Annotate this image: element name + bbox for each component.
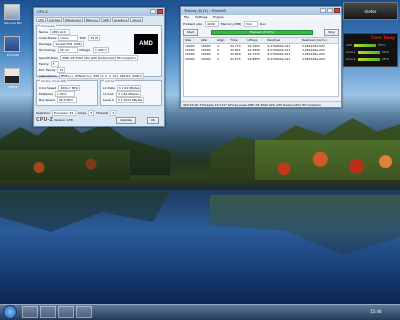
recycle-bin-label: Recycle Bin (4, 21, 22, 25)
tab-cpu[interactable]: CPU (36, 17, 47, 22)
processor-group: Processor Name AMD A10 Code Name Llano TDP… (36, 24, 162, 79)
cpuz-footer: CPU-Z Version 1.58 Validate OK (36, 116, 162, 124)
level2-row: Level 23 x 1024 KBytes (103, 97, 145, 103)
tester-menubar: File Settings Engine (181, 15, 341, 20)
clock[interactable]: 15:46 (370, 306, 382, 318)
minimize-button[interactable] (320, 8, 326, 13)
minimize-button[interactable] (150, 9, 156, 14)
taskbar-explorer-icon[interactable] (40, 306, 56, 318)
cpuz-window[interactable]: CPU-Z CPU Caches Mainboard Memory SPD Gr… (33, 7, 165, 127)
recycle-bin-icon[interactable] (4, 4, 20, 20)
close-button[interactable] (334, 8, 340, 13)
wallpaper-reflection (210, 195, 400, 255)
progress-bar: Elapsed (H:M:S) (211, 30, 313, 35)
ok-button[interactable]: OK (146, 117, 159, 124)
temp-row: Core 2 55°C (346, 57, 390, 61)
cpuz-title: CPU-Z (37, 10, 48, 14)
bus-speed-row: Bus Speed 99.9 MHz (39, 97, 77, 103)
problem-size-label: Problem size (183, 22, 203, 26)
tab-spd[interactable]: SPD (101, 17, 112, 22)
temp-bar (357, 50, 380, 54)
technology-row: Technology 32 nm Voltage 1.400 V (39, 47, 109, 53)
core-temp-gadget[interactable]: Core Temp CPU 53°C Core 1 54°C Core 2 55°C (343, 33, 398, 67)
cache-group-label: Cache (104, 79, 116, 83)
tab-graphics[interactable]: Graphics (112, 17, 130, 22)
memory-input[interactable]: 512 (244, 21, 259, 27)
temp-bar (354, 43, 377, 47)
menu-engine[interactable]: Engine (213, 15, 223, 20)
tab-caches[interactable]: Caches (47, 17, 63, 22)
cpuz-titlebar[interactable]: CPU-Z (34, 8, 164, 16)
taskbar-ie-icon[interactable] (22, 306, 38, 318)
tab-mainboard[interactable]: Mainboard (63, 17, 83, 22)
cpuz-shortcut-label: CPU-Z (8, 85, 18, 89)
prime95-shortcut-icon[interactable] (4, 36, 20, 52)
temp-row: CPU 53°C (346, 43, 386, 47)
cpuz-brand: CPU-Z (36, 117, 54, 123)
results-table[interactable]: Size LDA Align Time GFlops Residual Residual … (183, 37, 339, 97)
temp-row: Core 1 54°C (346, 50, 390, 54)
processor-group-label: Processor (40, 24, 57, 28)
tester-title: Testing (8/15) - Prime95 (184, 9, 226, 13)
taskbar-cpuz-icon[interactable] (58, 306, 74, 318)
tab-about[interactable]: About (130, 17, 144, 22)
status-bar: 400 64-bit 3 threads 19.7127 GFlops peak… (181, 101, 341, 107)
start-button[interactable] (3, 305, 17, 319)
taskbar-tester-icon[interactable] (76, 306, 92, 318)
cache-group: Cache L1 Data 3 x 64 KBytes L1 Inst. 3 x 6… (100, 79, 162, 106)
tab-memory[interactable]: Memory (83, 17, 101, 22)
prime95-shortcut-label: Prime95 (6, 53, 20, 57)
tester-window[interactable]: Testing (8/15) - Prime95 File Settings E… (180, 6, 342, 108)
table-row[interactable]: 10000 10000 4 33.575 19.8855 9.279903e-011 3.2… (184, 57, 338, 62)
clocks-group-label: Clocks (Core #0) (40, 79, 68, 83)
temp-bar (357, 57, 380, 61)
wallpaper-shore (0, 180, 400, 190)
maximize-button[interactable] (327, 8, 333, 13)
clocks-group: Clocks (Core #0) Core Speed 3004.7 MHz Mu… (36, 79, 98, 106)
validate-button[interactable]: Validate (115, 117, 136, 124)
memory-label: Memory (MB) (220, 22, 242, 26)
tester-controls: Problem size 4096 Memory (MB) 512 Run St… (183, 21, 339, 36)
stop-button[interactable]: Stop (324, 29, 339, 36)
core-temp-title: Core Temp (371, 35, 395, 40)
runs-label: Run (259, 22, 266, 26)
menu-settings[interactable]: Settings (195, 15, 207, 20)
wallpaper-reflection-left (0, 192, 170, 232)
cpuz-version: Version 1.58 (54, 118, 73, 122)
amd-logo: AMD (134, 34, 158, 54)
menu-file[interactable]: File (184, 15, 189, 20)
tester-titlebar[interactable]: Testing (8/15) - Prime95 (181, 7, 341, 15)
start-button[interactable]: Start (183, 29, 199, 36)
close-button[interactable] (157, 9, 163, 14)
meter-gadget[interactable]: meter (343, 2, 398, 20)
cpuz-tabs: CPU Caches Mainboard Memory SPD Graphics… (34, 16, 164, 23)
cpuz-shortcut-icon[interactable] (4, 68, 20, 84)
problem-size-input[interactable]: 4096 (205, 21, 220, 27)
